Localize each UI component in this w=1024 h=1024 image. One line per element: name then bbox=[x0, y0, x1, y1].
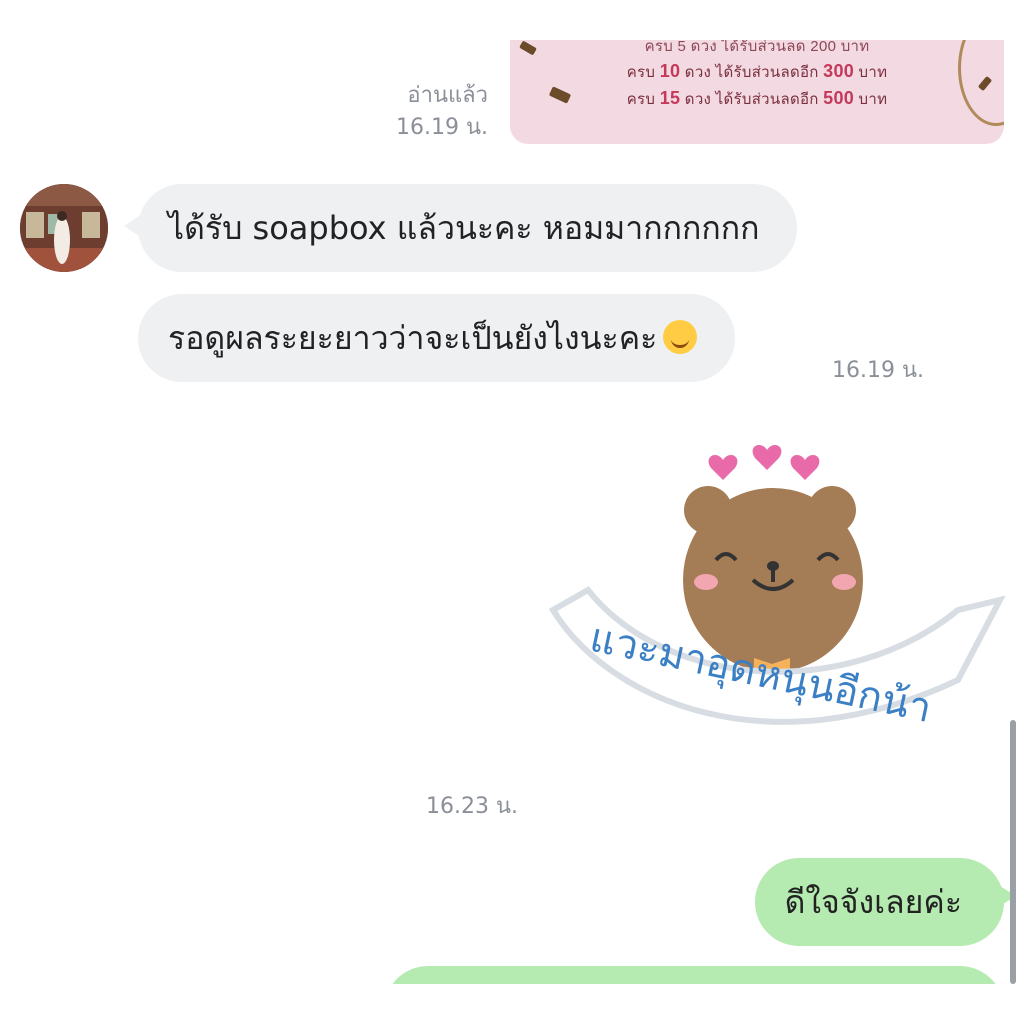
contact-avatar[interactable] bbox=[20, 184, 108, 272]
incoming-message[interactable]: ได้รับ soapbox แล้วนะคะ หอมมากกกกกก bbox=[123, 184, 798, 272]
chat-view: ครบ 5 ดวง ได้รับส่วนลด 200 บาท ครบ 10 ดว… bbox=[0, 0, 1024, 1024]
message-time: 16.19 น. bbox=[395, 115, 488, 140]
heart-icon bbox=[752, 444, 782, 470]
heart-icon bbox=[790, 454, 820, 480]
message-time: 16.19 น. bbox=[832, 358, 925, 383]
heart-icon bbox=[708, 454, 738, 480]
incoming-message[interactable]: รอดูผลระยะยาวว่าจะเป็นยังไงนะคะ bbox=[138, 294, 736, 382]
outgoing-message[interactable]: ดีใจจังเลยค่ะ bbox=[754, 858, 1017, 946]
promo-line-1: ครบ 5 ดวง ได้รับส่วนลด 200 บาท bbox=[644, 40, 870, 55]
smiling-face-icon bbox=[663, 320, 698, 354]
promo-line-3: ครบ 15 ดวง ได้รับส่วนลดอีก 500 บาท bbox=[626, 88, 888, 108]
viewport-bottom-edge bbox=[0, 984, 1024, 1024]
promo-image-message[interactable]: ครบ 5 ดวง ได้รับส่วนลด 200 บาท ครบ 10 ดว… bbox=[510, 40, 1004, 144]
bear-sticker-art: แวะมาอุดหนุนอีกน้า bbox=[548, 444, 1006, 733]
message-time: 16.23 น. bbox=[426, 794, 519, 819]
scrollbar[interactable] bbox=[1010, 720, 1016, 984]
read-label: อ่านแล้ว bbox=[407, 83, 488, 108]
read-receipt: อ่านแล้ว 16.19 น. bbox=[396, 80, 488, 144]
message-text: ดีใจจังเลยค่ะ bbox=[784, 883, 962, 921]
message-text: รอดูผลระยะยาวว่าจะเป็นยังไงนะคะ bbox=[168, 319, 658, 357]
bear-sticker[interactable]: แวะมาอุดหนุนอีกน้า bbox=[548, 440, 1008, 770]
avatar-photo-icon bbox=[20, 184, 108, 272]
message-text: ได้รับ soapbox แล้วนะคะ หอมมากกกกกก bbox=[168, 209, 760, 247]
promo-line-2: ครบ 10 ดวง ได้รับส่วนลดอีก 300 บาท bbox=[626, 61, 888, 81]
